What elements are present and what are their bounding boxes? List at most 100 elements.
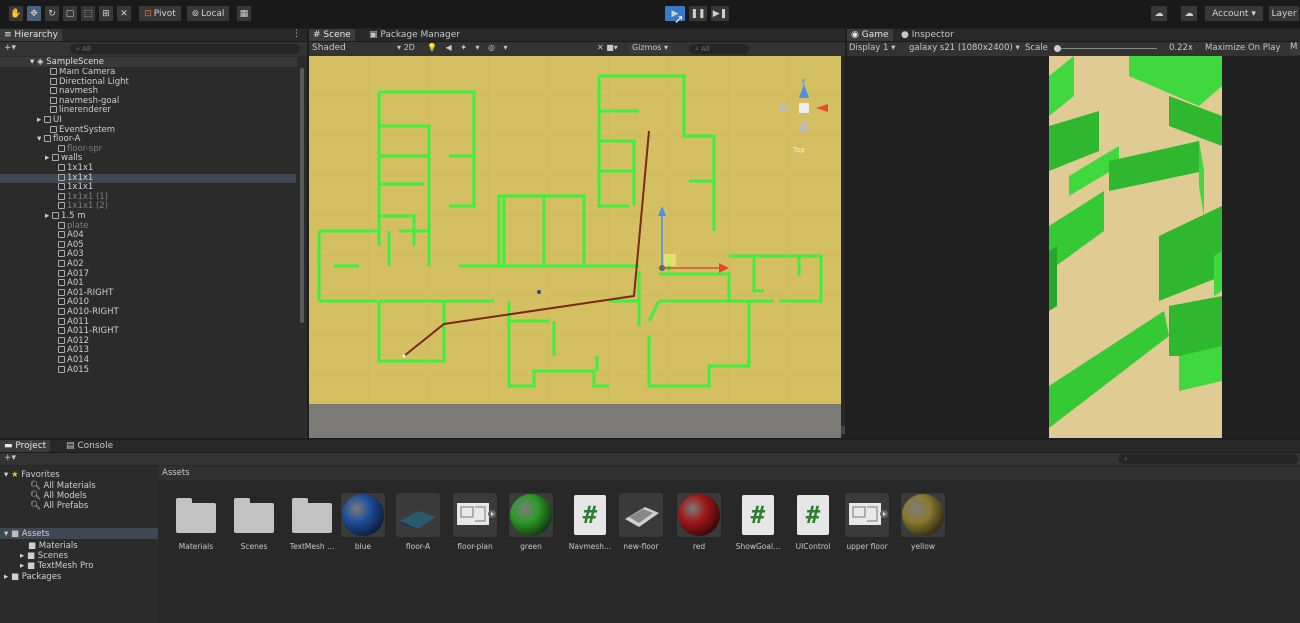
breadcrumb[interactable]: Assets	[162, 468, 190, 478]
hierarchy-search-input[interactable]: ⌕ All	[70, 44, 300, 54]
gameobject-icon	[58, 327, 65, 335]
account-dropdown[interactable]: Account ▾	[1204, 5, 1264, 22]
hierarchy-item-label: 1x1x1	[67, 172, 94, 183]
hierarchy-item[interactable]: A01-RIGHT	[0, 288, 113, 299]
hierarchy-tabbar: ≡ Hierarchy ⋮	[0, 29, 307, 42]
project-search-input[interactable]: ⌕	[1118, 454, 1298, 464]
hierarchy-item[interactable]: ▸ UI	[0, 115, 62, 126]
hierarchy-item[interactable]: A015	[0, 365, 89, 376]
shading-dropdown[interactable]: Shaded	[312, 43, 346, 53]
scene-scrollbar[interactable]	[841, 56, 845, 438]
packages-label: Packages	[21, 572, 62, 582]
tab-console[interactable]: ▤ Console	[62, 440, 117, 452]
scale-tool-icon[interactable]: ▢	[62, 5, 78, 22]
tools-icon[interactable]: ✕ ■▾	[597, 43, 618, 52]
collab-icon[interactable]: ☁	[1150, 5, 1168, 22]
asset-item[interactable]: floor-A	[394, 493, 442, 551]
asset-item[interactable]: blue	[339, 493, 387, 551]
maximize-on-play-toggle[interactable]: Maximize On Play	[1205, 43, 1280, 53]
hierarchy-scroll-thumb[interactable]	[300, 68, 304, 323]
game-toolbar: Display 1 ▾ galaxy s21 (1080x2400) ▾ Sca…	[847, 42, 1300, 56]
scale-value: 0.22x	[1169, 43, 1193, 53]
scene-viewport[interactable]: y Top	[309, 56, 841, 438]
display-dropdown[interactable]: Display 1 ▾	[849, 43, 895, 53]
pause-button[interactable]: ❚❚	[688, 5, 708, 22]
tab-hierarchy[interactable]: ≡ Hierarchy	[0, 29, 62, 41]
packages-row[interactable]: ▸ ■ Packages	[4, 572, 61, 582]
rotate-tool-icon[interactable]: ↻	[44, 5, 60, 22]
asset-item[interactable]: green	[507, 493, 555, 551]
scene-scroll-arrow[interactable]	[841, 426, 845, 434]
tree-label: TextMesh Pro	[37, 561, 94, 571]
asset-item[interactable]: upper floor	[843, 493, 891, 551]
scene-search-input[interactable]: ⌕ All	[689, 44, 749, 54]
asset-item[interactable]: Scenes	[230, 493, 278, 551]
create-button[interactable]: +▾	[4, 43, 16, 53]
pivot-toggle[interactable]: ⊡ Pivot	[138, 5, 182, 22]
rect-tool-icon[interactable]: ⬚	[80, 5, 96, 22]
favorite-item[interactable]: 🔍︎ All Prefabs	[30, 501, 88, 511]
svg-text:y: y	[801, 76, 806, 85]
expand-arrow-icon[interactable]: ▸	[0, 115, 44, 126]
tab-inspector[interactable]: ● Inspector	[897, 29, 958, 41]
favorites-row[interactable]: ▾ ★ Favorites	[4, 470, 60, 480]
tree-item-materials[interactable]: ■ Materials	[28, 541, 78, 551]
expand-arrow-icon[interactable]: ▾	[0, 135, 44, 145]
account-label: Account	[1212, 8, 1249, 19]
gameobject-icon	[58, 221, 65, 229]
panel-menu-icon[interactable]: ⋮	[292, 29, 301, 39]
assets-root-row[interactable]: ▾ ■ Assets	[0, 528, 158, 539]
asset-item[interactable]: red	[675, 493, 723, 551]
expand-arrow-icon[interactable]: ▸	[0, 154, 52, 164]
step-button[interactable]: ▶❚	[710, 5, 730, 22]
asset-item[interactable]: yellow	[899, 493, 947, 551]
asset-item[interactable]: # UIControl	[789, 493, 837, 551]
hand-tool-icon[interactable]: ✋	[8, 5, 24, 22]
asset-item[interactable]: TextMesh ...	[288, 493, 336, 551]
hierarchy-item[interactable]: 1x1x1 (2)	[0, 202, 108, 212]
hierarchy-item[interactable]: A010-RIGHT	[0, 307, 119, 318]
game-viewport[interactable]	[1049, 56, 1222, 438]
gameobject-icon	[58, 298, 65, 306]
scene-search-placeholder: All	[701, 45, 710, 53]
scene-view-toggles[interactable]: 💡 ◀ ✦ ▾ ◎ ▾	[427, 43, 511, 52]
asset-item[interactable]: # Navmesh...	[566, 493, 614, 551]
hierarchy-item-label: A010	[67, 297, 90, 308]
cloud-icon[interactable]: ☁	[1180, 5, 1198, 22]
scene-panel: # Scene ▣ Package Manager Shaded ▾ 2D 💡 …	[309, 29, 845, 438]
asset-item[interactable]: floor-plan	[451, 493, 499, 551]
asset-item[interactable]: Materials	[172, 493, 220, 551]
asset-item[interactable]: # ShowGoal...	[734, 493, 782, 551]
mute-toggle[interactable]: M	[1290, 42, 1300, 55]
hierarchy-item[interactable]: A011-RIGHT	[0, 326, 119, 337]
2d-toggle[interactable]: ▾ 2D	[397, 43, 415, 52]
material-sphere-icon	[341, 493, 385, 537]
favorite-item[interactable]: 🔍︎ All Materials	[30, 481, 96, 491]
expand-arrow-icon[interactable]: ▸	[0, 211, 52, 222]
scale-slider[interactable]	[1054, 45, 1157, 52]
grid-snap-icon[interactable]: ▦	[236, 5, 252, 22]
resolution-dropdown[interactable]: galaxy s21 (1080x2400) ▾	[909, 43, 1020, 53]
tab-scene[interactable]: # Scene	[309, 29, 355, 41]
layers-dropdown[interactable]: Layer	[1268, 5, 1300, 22]
transform-tool-icon[interactable]: ⊞	[98, 5, 114, 22]
move-tool-icon[interactable]: ✥	[26, 5, 42, 22]
hierarchy-scrollbar[interactable]	[299, 68, 305, 436]
tree-item-textmesh[interactable]: ▸ ■ TextMesh Pro	[20, 561, 93, 571]
project-create-button[interactable]: +▾	[4, 453, 16, 463]
scene-root-row[interactable]: ▾ ◈ SampleScene	[0, 57, 297, 67]
gameobject-icon	[58, 231, 65, 239]
asset-item[interactable]: new-floor	[617, 493, 665, 551]
tab-game[interactable]: ◉ Game	[847, 29, 893, 41]
favorite-item[interactable]: 🔍︎ All Models	[30, 491, 87, 501]
local-toggle[interactable]: ⊚ Local	[186, 5, 230, 22]
tab-project[interactable]: ▬ Project	[0, 440, 51, 452]
scale-slider-handle[interactable]	[1054, 45, 1061, 52]
tree-item-scenes[interactable]: ▸ ■ Scenes	[20, 551, 68, 561]
hierarchy-item-label: walls	[61, 153, 83, 164]
gizmos-dropdown[interactable]: Gizmos ▾	[629, 43, 672, 54]
custom-tool-icon[interactable]: ✕	[116, 5, 132, 22]
asset-label: floor-plan	[457, 542, 493, 551]
tab-package-manager[interactable]: ▣ Package Manager	[365, 29, 464, 41]
hierarchy-item[interactable]: 1x1x1	[0, 172, 296, 184]
